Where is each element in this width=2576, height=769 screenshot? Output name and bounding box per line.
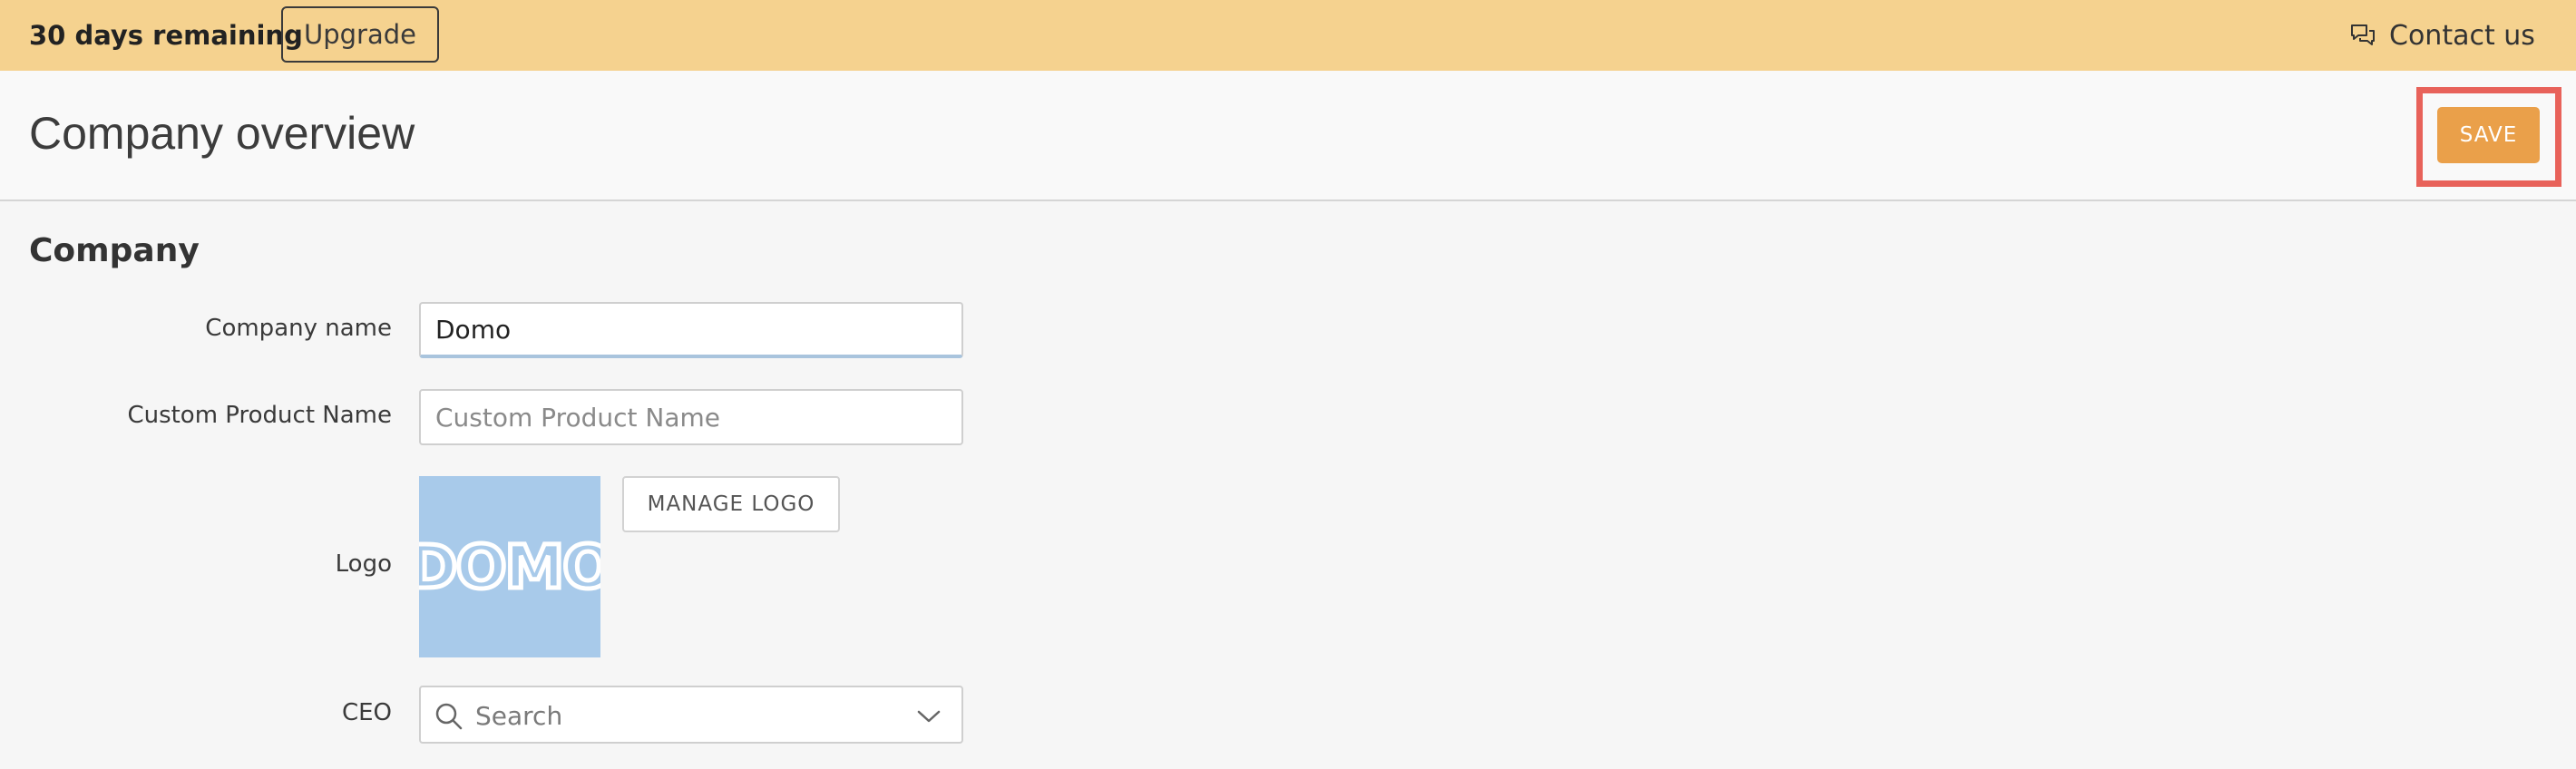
ceo-label: CEO	[341, 699, 392, 726]
company-section-title: Company	[29, 232, 200, 269]
search-icon	[434, 701, 464, 732]
manage-logo-button[interactable]: MANAGE LOGO	[622, 476, 840, 532]
page-header: Company overview SAVE	[0, 71, 2576, 201]
chevron-down-icon[interactable]	[916, 707, 942, 725]
custom-product-name-label: Custom Product Name	[127, 402, 392, 429]
custom-product-name-input[interactable]	[419, 389, 963, 445]
contact-us-link[interactable]: Contact us	[2349, 16, 2535, 54]
trial-remaining-text: 30 days remaining	[29, 20, 303, 51]
logo-label: Logo	[335, 550, 392, 578]
chat-bubbles-icon	[2349, 22, 2376, 49]
ceo-search-select[interactable]: Search	[419, 686, 963, 744]
company-logo-image: DOMO	[419, 476, 600, 657]
trial-banner: 30 days remaining Upgrade Contact us	[0, 0, 2576, 71]
upgrade-button[interactable]: Upgrade	[281, 6, 439, 63]
company-name-label: Company name	[205, 315, 392, 342]
contact-us-label: Contact us	[2389, 19, 2535, 52]
page-title: Company overview	[29, 108, 415, 159]
save-button[interactable]: SAVE	[2437, 107, 2540, 163]
ceo-search-placeholder: Search	[475, 701, 563, 731]
company-name-input[interactable]	[419, 302, 963, 358]
company-logo-text: DOMO	[419, 530, 600, 604]
